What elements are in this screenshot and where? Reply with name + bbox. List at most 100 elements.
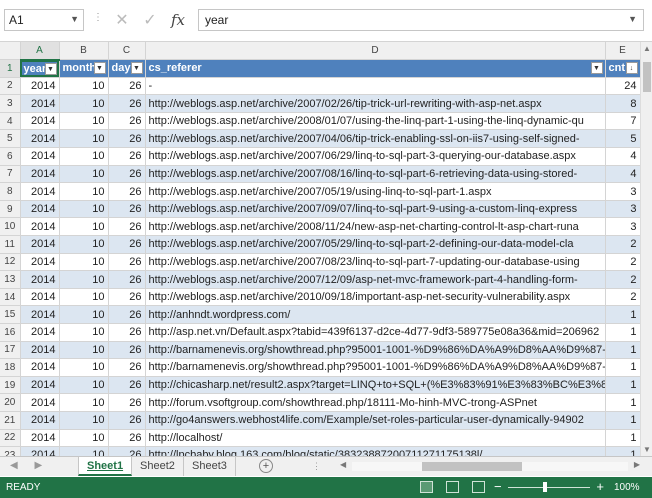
cell-day[interactable]: 26 xyxy=(108,147,146,166)
row-header[interactable]: 4 xyxy=(0,112,21,131)
cell-day[interactable]: 26 xyxy=(108,200,146,219)
row-header[interactable]: 9 xyxy=(0,200,21,219)
column-header-c[interactable]: C xyxy=(108,42,146,61)
cell-month[interactable]: 10 xyxy=(59,94,109,113)
cell-cnt[interactable]: 1 xyxy=(605,358,641,377)
horizontal-scroll-track[interactable] xyxy=(352,462,628,471)
horizontal-scrollbar[interactable]: ◀ ▶ xyxy=(340,460,640,473)
cell-cs-referer[interactable]: http://weblogs.asp.net/archive/2007/05/2… xyxy=(145,235,606,254)
cell-cnt[interactable]: 2 xyxy=(605,253,641,272)
header-cell-cnt[interactable]: cnt ↓ xyxy=(605,59,641,78)
cell-day[interactable]: 26 xyxy=(108,305,146,324)
cell-cs-referer[interactable]: http://weblogs.asp.net/archive/2007/12/0… xyxy=(145,270,606,289)
scroll-up-icon[interactable]: ▲ xyxy=(643,44,651,53)
cell-cnt[interactable]: 8 xyxy=(605,94,641,113)
cell-day[interactable]: 26 xyxy=(108,341,146,360)
insert-function-icon[interactable]: fx xyxy=(164,11,192,29)
cell-cs-referer[interactable]: - xyxy=(145,77,606,96)
cell-year[interactable]: 2014 xyxy=(20,129,60,149)
cell-month[interactable]: 10 xyxy=(59,358,109,377)
row-header[interactable]: 22 xyxy=(0,429,21,448)
cell-cs-referer[interactable]: http://weblogs.asp.net/archive/2007/08/2… xyxy=(145,253,606,272)
cell-cs-referer[interactable]: http://lpcbaby.blog.163.com/blog/static/… xyxy=(145,446,606,456)
tab-sheet3[interactable]: Sheet3 xyxy=(184,457,236,476)
cell-year[interactable]: 2014 xyxy=(20,200,60,219)
cell-year[interactable]: 2014 xyxy=(20,429,60,448)
cell-year[interactable]: 2014 xyxy=(20,112,60,131)
cell-cnt[interactable]: 7 xyxy=(605,112,641,131)
cell-cnt[interactable]: 1 xyxy=(605,393,641,412)
zoom-in-icon[interactable]: + xyxy=(596,479,604,494)
row-header[interactable]: 23 xyxy=(0,446,21,456)
row-header[interactable]: 7 xyxy=(0,165,21,184)
cell-cs-referer[interactable]: http://asp.net.vn/Default.aspx?tabid=439… xyxy=(145,323,606,342)
cell-cnt[interactable]: 1 xyxy=(605,376,641,395)
cell-month[interactable]: 10 xyxy=(59,235,109,254)
zoom-out-icon[interactable]: − xyxy=(494,479,502,494)
cell-cs-referer[interactable]: http://weblogs.asp.net/archive/2007/08/1… xyxy=(145,165,606,184)
cell-day[interactable]: 26 xyxy=(108,94,146,113)
page-layout-view-icon[interactable] xyxy=(446,481,459,493)
vertical-scroll-thumb[interactable] xyxy=(643,62,651,92)
prev-sheet-icon[interactable]: ◀ xyxy=(10,460,18,471)
filter-dropdown-icon[interactable]: ▼ xyxy=(590,62,603,75)
cell-month[interactable]: 10 xyxy=(59,129,109,149)
cell-year[interactable]: 2014 xyxy=(20,323,60,342)
cell-cnt[interactable]: 2 xyxy=(605,270,641,289)
cell-month[interactable]: 10 xyxy=(59,217,109,237)
cell-day[interactable]: 26 xyxy=(108,253,146,272)
cell-month[interactable]: 10 xyxy=(59,393,109,412)
enter-icon[interactable]: ✓ xyxy=(136,10,164,30)
cell-year[interactable]: 2014 xyxy=(20,411,60,430)
cell-cs-referer[interactable]: http://chicasharp.net/result2.aspx?targe… xyxy=(145,376,606,395)
page-break-view-icon[interactable] xyxy=(472,481,485,493)
cell-cs-referer[interactable]: http://weblogs.asp.net/archive/2007/09/0… xyxy=(145,200,606,219)
cell-cnt[interactable]: 2 xyxy=(605,235,641,254)
cell-year[interactable]: 2014 xyxy=(20,446,60,456)
add-sheet-icon[interactable]: + xyxy=(259,459,273,473)
row-header[interactable]: 17 xyxy=(0,341,21,360)
row-header[interactable]: 13 xyxy=(0,270,21,289)
cell-cs-referer[interactable]: http://localhost/ xyxy=(145,429,606,448)
cell-day[interactable]: 26 xyxy=(108,429,146,448)
cell-cnt[interactable]: 2 xyxy=(605,288,641,307)
column-header-a[interactable]: A xyxy=(20,42,60,61)
header-cell-cs-referer[interactable]: cs_referer ▼ xyxy=(145,59,606,78)
cell-cnt[interactable]: 1 xyxy=(605,429,641,448)
cell-cs-referer[interactable]: http://barnamenevis.org/showthread.php?9… xyxy=(145,358,606,377)
name-box[interactable]: A1 ▼ xyxy=(4,9,84,31)
row-header[interactable]: 2 xyxy=(0,77,21,96)
row-header[interactable]: 18 xyxy=(0,358,21,377)
row-header[interactable]: 3 xyxy=(0,94,21,113)
scroll-left-icon[interactable]: ◀ xyxy=(340,460,346,469)
cell-cs-referer[interactable]: http://forum.vsoftgroup.com/showthread.p… xyxy=(145,393,606,412)
zoom-knob[interactable] xyxy=(543,482,547,492)
column-header-e[interactable]: E xyxy=(605,42,641,61)
filter-dropdown-icon[interactable]: ▼ xyxy=(93,62,106,75)
cell-cnt[interactable]: 1 xyxy=(605,446,641,456)
cell-cs-referer[interactable]: http://go4answers.webhost4life.com/Examp… xyxy=(145,411,606,430)
cell-year[interactable]: 2014 xyxy=(20,77,60,96)
cell-month[interactable]: 10 xyxy=(59,253,109,272)
cell-day[interactable]: 26 xyxy=(108,165,146,184)
cell-month[interactable]: 10 xyxy=(59,147,109,166)
tab-splitter[interactable]: ⋮ xyxy=(312,461,321,472)
row-header[interactable]: 8 xyxy=(0,182,21,201)
zoom-slider[interactable]: − + xyxy=(494,479,604,494)
cell-cs-referer[interactable]: http://weblogs.asp.net/archive/2007/06/2… xyxy=(145,147,606,166)
cell-year[interactable]: 2014 xyxy=(20,393,60,412)
cell-year[interactable]: 2014 xyxy=(20,235,60,254)
row-header[interactable]: 16 xyxy=(0,323,21,342)
scroll-down-icon[interactable]: ▼ xyxy=(643,445,651,454)
cell-day[interactable]: 26 xyxy=(108,270,146,289)
cell-day[interactable]: 26 xyxy=(108,217,146,237)
cell-year[interactable]: 2014 xyxy=(20,165,60,184)
row-header[interactable]: 5 xyxy=(0,129,21,149)
row-header[interactable]: 19 xyxy=(0,376,21,395)
tab-sheet1[interactable]: Sheet1 xyxy=(78,457,133,476)
cell-day[interactable]: 26 xyxy=(108,446,146,456)
cell-year[interactable]: 2014 xyxy=(20,182,60,201)
cell-cnt[interactable]: 1 xyxy=(605,341,641,360)
chevron-down-icon[interactable]: ▼ xyxy=(70,14,79,24)
row-header[interactable]: 10 xyxy=(0,217,21,237)
